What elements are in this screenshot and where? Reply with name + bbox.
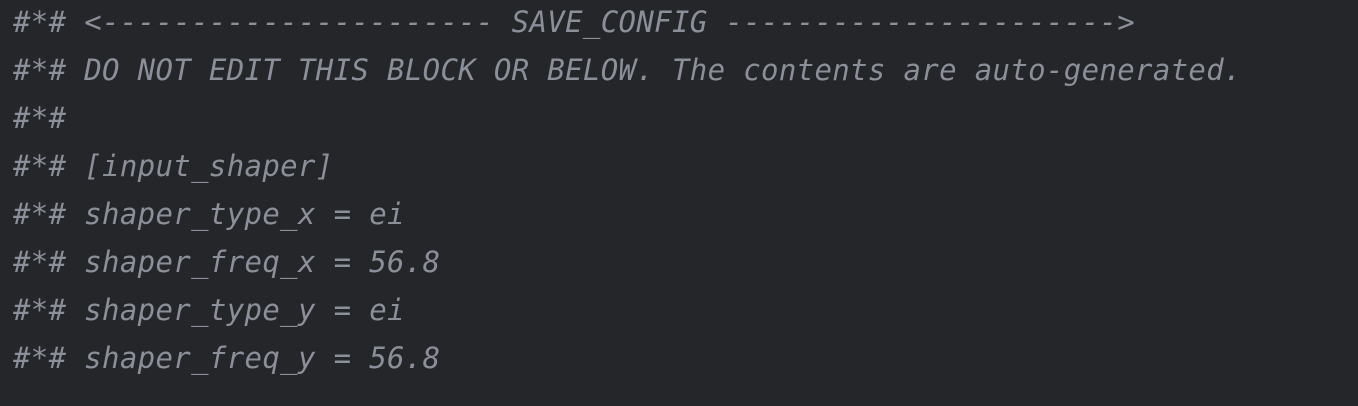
code-line-3: #*# <box>13 98 1358 146</box>
line-text: shaper_freq_y = 56.8 <box>84 341 441 375</box>
code-line-4: #*# [input_shaper] <box>13 146 1358 194</box>
line-text: DO NOT EDIT THIS BLOCK OR BELOW. The con… <box>84 53 1242 87</box>
comment-marker: #*# <box>13 53 67 87</box>
line-text: shaper_type_y = ei <box>84 293 405 327</box>
comment-marker: #*# <box>13 293 67 327</box>
line-text: shaper_freq_x = 56.8 <box>84 245 441 279</box>
line-text: <---------------------- SAVE_CONFIG ----… <box>84 5 1136 39</box>
line-text: [input_shaper] <box>84 149 334 183</box>
code-line-6: #*# shaper_freq_x = 56.8 <box>13 242 1358 290</box>
code-editor[interactable]: #*# <---------------------- SAVE_CONFIG … <box>0 0 1358 406</box>
code-line-1: #*# <---------------------- SAVE_CONFIG … <box>13 2 1358 50</box>
comment-marker: #*# <box>13 341 67 375</box>
comment-marker: #*# <box>13 245 67 279</box>
code-line-8: #*# shaper_freq_y = 56.8 <box>13 338 1358 386</box>
code-line-2: #*# DO NOT EDIT THIS BLOCK OR BELOW. The… <box>13 50 1358 98</box>
code-line-5: #*# shaper_type_x = ei <box>13 194 1358 242</box>
line-text: shaper_type_x = ei <box>84 197 405 231</box>
comment-marker: #*# <box>13 101 67 135</box>
comment-marker: #*# <box>13 149 67 183</box>
comment-marker: #*# <box>13 5 67 39</box>
comment-marker: #*# <box>13 197 67 231</box>
code-line-7: #*# shaper_type_y = ei <box>13 290 1358 338</box>
